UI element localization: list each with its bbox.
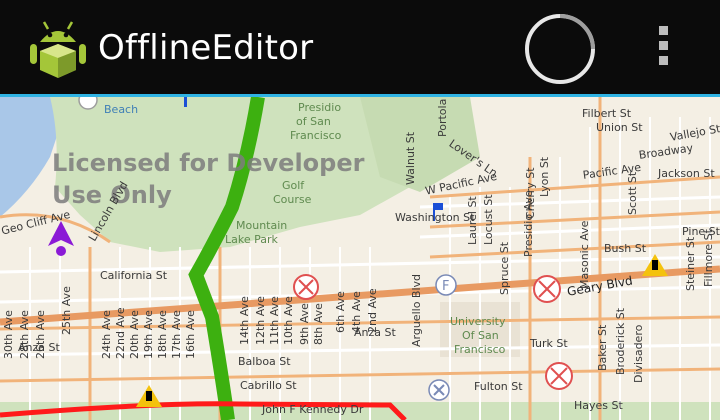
map-label: 17th Ave	[170, 310, 183, 359]
map-label: 16th Ave	[184, 310, 197, 359]
map-label: 25th Ave	[60, 286, 73, 335]
map-view[interactable]: F Licensed for Developer Use Only Beach …	[0, 97, 720, 420]
app-title: OfflineEditor	[98, 28, 314, 68]
map-label: Bush St	[604, 242, 647, 255]
map-label: 14th Ave	[238, 296, 251, 345]
map-label: 12th Ave	[254, 296, 267, 345]
map-label: Broderick St	[614, 307, 627, 375]
map-label: Turk St	[530, 337, 568, 350]
map-label: 22nd Ave	[114, 307, 127, 359]
map-label: Spruce St	[498, 241, 511, 295]
x-marker-icon[interactable]	[427, 378, 451, 402]
map-label: Mountain	[236, 219, 288, 232]
map-label: Locust St	[482, 194, 495, 245]
map-label: Lake Park	[225, 233, 278, 246]
map-label: 18th Ave	[156, 310, 169, 359]
map-label: 26th Ave	[34, 310, 47, 359]
map-label: Presidio	[298, 101, 342, 114]
f-marker-icon[interactable]: F	[434, 273, 458, 297]
map-label: 24th Ave	[100, 310, 113, 359]
map-label: Golf	[282, 179, 305, 192]
map-label: 2nd Ave	[366, 288, 379, 333]
no-entry-marker-icon[interactable]	[544, 361, 574, 391]
progress-spinner-icon	[523, 12, 597, 86]
map-label: California St	[100, 269, 168, 282]
map-label: Divisadero	[632, 324, 645, 383]
map-label: Steiner St	[684, 236, 697, 291]
map-label: 6th Ave	[334, 291, 347, 333]
map-label: John F Kennedy Dr	[262, 403, 364, 416]
basemap	[0, 97, 720, 420]
map-label: Cabrillo St	[240, 379, 297, 392]
warning-marker-icon[interactable]	[134, 383, 164, 409]
map-label: 30th Ave	[2, 310, 15, 359]
map-label: Beach	[104, 103, 139, 116]
map-label: Francisco	[290, 129, 342, 142]
overflow-menu-icon[interactable]	[652, 22, 674, 76]
map-label: 11th Ave	[268, 296, 281, 345]
map-label: 9th Ave	[298, 303, 311, 345]
map-label: 19th Ave	[142, 310, 155, 359]
map-label: Hayes St	[574, 399, 623, 412]
map-label: Filbert St	[582, 107, 632, 120]
action-bar: OfflineEditor	[0, 0, 720, 97]
map-label: Lyon St	[538, 156, 551, 197]
map-label: Portola St	[436, 97, 449, 137]
map-label: Walnut St	[404, 131, 417, 185]
map-label: Washington St	[395, 211, 475, 224]
map-label: Scott St	[626, 171, 639, 215]
no-entry-marker-icon[interactable]	[532, 274, 562, 304]
map-label: 10th Ave	[282, 296, 295, 345]
map-label: Masonic Ave	[578, 220, 591, 289]
map-label: Fillmore St	[702, 229, 715, 287]
map-label: 8th Ave	[312, 303, 325, 345]
map-label: Francisco	[454, 343, 506, 356]
map-label: 4th Ave	[350, 291, 363, 333]
license-watermark: Licensed for Developer Use Only	[52, 149, 365, 209]
map-label: Balboa St	[238, 355, 291, 368]
map-label: 28th Ave	[18, 310, 31, 359]
map-label: Jackson St	[658, 167, 715, 180]
map-label: 20th Ave	[128, 310, 141, 359]
map-label: Fulton St	[474, 380, 523, 393]
map-label: Union St	[596, 121, 643, 134]
svg-text:F: F	[442, 279, 449, 294]
map-label: Laurel St	[466, 196, 479, 245]
map-label: Baker St	[596, 324, 609, 371]
no-entry-marker-icon[interactable]	[292, 273, 320, 301]
android-robot-icon[interactable]	[28, 18, 88, 80]
warning-marker-icon[interactable]	[640, 252, 670, 278]
map-label: of San	[296, 115, 331, 128]
map-label: Arguello Blvd	[410, 273, 423, 347]
map-label: University	[450, 315, 506, 328]
map-label: Course	[273, 193, 312, 206]
map-label: Of San	[462, 329, 499, 342]
map-label: Cherry St	[524, 167, 537, 219]
